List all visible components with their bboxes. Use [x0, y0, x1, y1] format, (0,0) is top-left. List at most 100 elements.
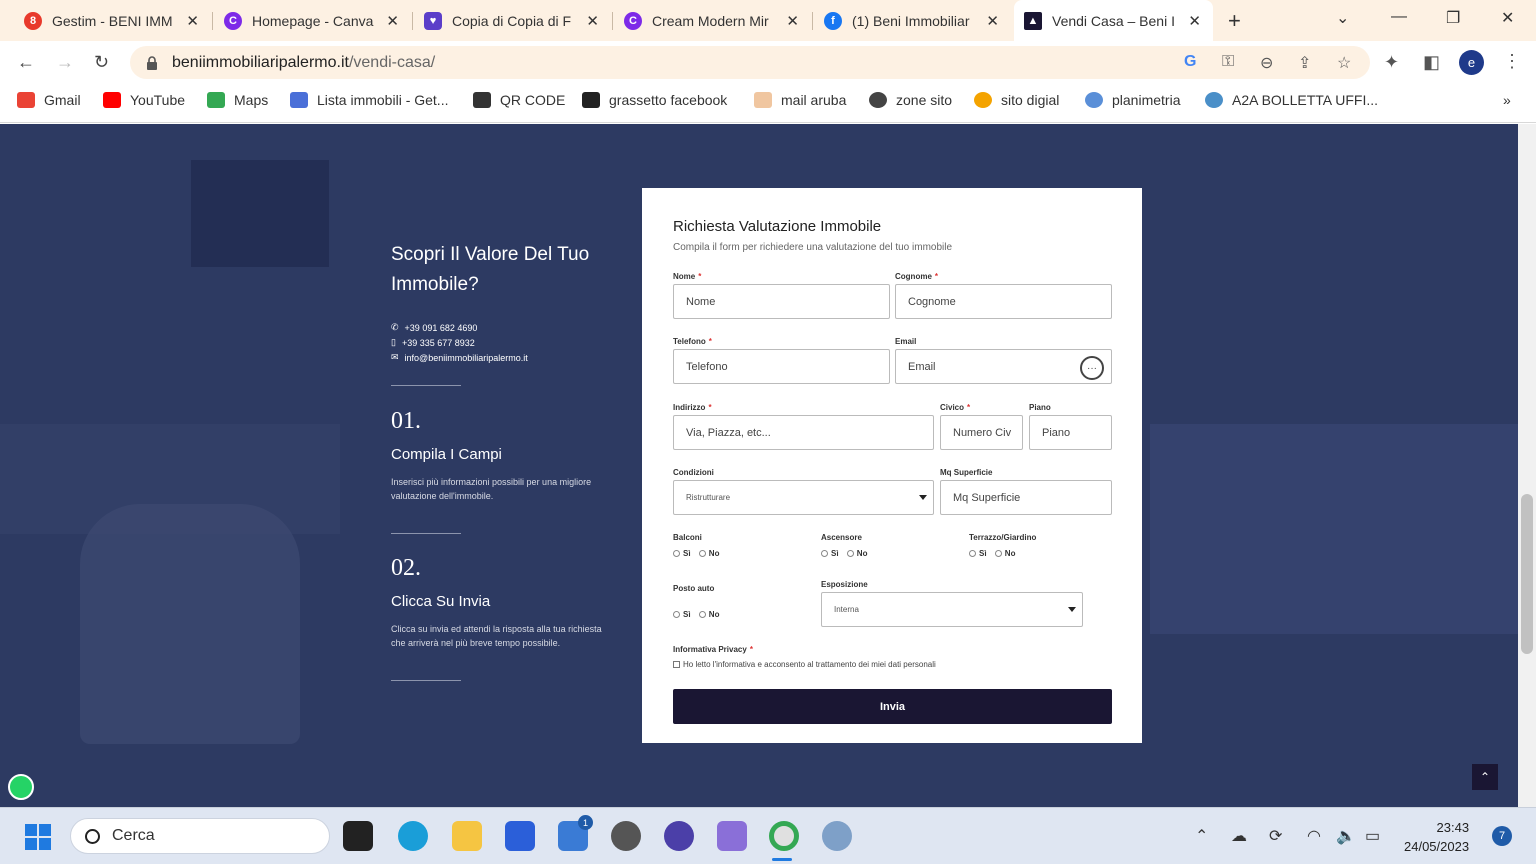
zoom-icon[interactable]: ⊖: [1260, 53, 1273, 73]
chrome-icon[interactable]: [769, 821, 799, 851]
tab-canva-homepage[interactable]: C Homepage - Canva ✕: [214, 0, 411, 41]
close-window-button[interactable]: ✕: [1501, 8, 1514, 28]
close-icon[interactable]: ✕: [186, 12, 199, 30]
tab-cream-modern[interactable]: C Cream Modern Mir ✕: [614, 0, 811, 41]
radio-yes[interactable]: [673, 550, 680, 557]
minimize-button[interactable]: —: [1391, 8, 1407, 26]
balconi-radio-group[interactable]: Sì No: [673, 549, 719, 558]
app-globe-icon[interactable]: [822, 821, 852, 851]
bookmark-maps[interactable]: Maps: [207, 92, 268, 108]
task-view-icon[interactable]: [343, 821, 373, 851]
contact-phone[interactable]: ✆ +39 091 682 4690: [391, 322, 477, 333]
google-icon[interactable]: G: [1184, 53, 1196, 71]
privacy-checkbox[interactable]: [673, 661, 680, 668]
close-icon[interactable]: ✕: [386, 12, 399, 30]
bookmark-a2a[interactable]: A2A BOLLETTA UFFI...: [1205, 92, 1378, 108]
contact-email[interactable]: ✉ info@beniimmobiliaripalermo.it: [391, 352, 528, 363]
file-explorer-icon[interactable]: [452, 821, 482, 851]
bookmark-gmail[interactable]: Gmail: [17, 92, 81, 108]
piano-field[interactable]: Piano: [1029, 415, 1112, 450]
reload-icon[interactable]: ↻: [94, 52, 109, 73]
nome-field[interactable]: Nome: [673, 284, 890, 319]
tab-search-chevron-icon[interactable]: ⌄: [1336, 8, 1349, 28]
posto-auto-radio-group[interactable]: Sì No: [673, 610, 719, 619]
step-number: 01.: [391, 408, 421, 434]
heart-icon: ♥: [424, 11, 442, 30]
windows-start-icon[interactable]: [25, 824, 51, 850]
tray-sync-icon[interactable]: ⟳: [1269, 826, 1282, 846]
tab-copia[interactable]: ♥ Copia di Copia di F ✕: [414, 0, 611, 41]
notification-badge[interactable]: 7: [1492, 826, 1512, 846]
bookmark-youtube[interactable]: YouTube: [103, 92, 185, 108]
page-hero: Scopri Il Valore Del Tuo Immobile? ✆ +39 …: [0, 124, 1518, 807]
tab-gestim[interactable]: 8 Gestim - BENI IMM ✕: [14, 0, 211, 41]
gestim-icon: 8: [24, 11, 42, 30]
radio-no[interactable]: [994, 550, 1002, 557]
esposizione-select[interactable]: Interna: [821, 592, 1083, 627]
telefono-field[interactable]: Telefono: [673, 349, 890, 384]
submit-button[interactable]: Invia: [673, 689, 1112, 724]
tab-facebook[interactable]: f (1) Beni Immobiliar ✕: [814, 0, 1011, 41]
tab-vendi-casa[interactable]: ▲ Vendi Casa – Beni I ✕: [1014, 0, 1213, 41]
tray-cloud-icon[interactable]: ☁: [1231, 826, 1247, 846]
scrollbar-thumb[interactable]: [1521, 494, 1533, 654]
radio-no[interactable]: [698, 550, 706, 557]
close-icon[interactable]: ✕: [786, 12, 799, 30]
battery-icon[interactable]: ▭: [1365, 826, 1380, 846]
store-icon[interactable]: [505, 821, 535, 851]
edge-icon[interactable]: [398, 821, 428, 851]
share-icon[interactable]: ⇪: [1298, 53, 1311, 73]
condizioni-select[interactable]: Ristrutturare: [673, 480, 934, 515]
forward-icon[interactable]: →: [56, 52, 74, 73]
privacy-consent[interactable]: Ho letto l'informativa e acconsento al t…: [673, 660, 936, 669]
star-icon[interactable]: ☆: [1337, 53, 1351, 73]
menu-icon[interactable]: ⋮: [1503, 51, 1521, 72]
civico-field[interactable]: Numero Civ: [940, 415, 1023, 450]
radio-no[interactable]: [698, 611, 706, 618]
bookmark-zone-sito[interactable]: zone sito: [869, 92, 952, 108]
close-icon[interactable]: ✕: [1188, 12, 1201, 30]
ascensore-radio-group[interactable]: Sì No: [821, 549, 867, 558]
settings-gear-icon[interactable]: [611, 821, 641, 851]
bookmark-sito-digial[interactable]: sito digial: [974, 92, 1059, 108]
scroll-to-top-button[interactable]: ⌃: [1472, 764, 1498, 790]
restore-button[interactable]: ❐: [1446, 8, 1460, 28]
email-field[interactable]: Email ···: [895, 349, 1112, 384]
terrazzo-radio-group[interactable]: Sì No: [969, 549, 1015, 558]
new-tab-button[interactable]: +: [1228, 8, 1241, 34]
bookmark-grassetto[interactable]: grassetto facebook: [582, 92, 727, 108]
tray-chevron-up-icon[interactable]: ⌃: [1195, 826, 1208, 846]
extensions-icon[interactable]: ✦: [1384, 52, 1399, 73]
mail-icon[interactable]: 1: [558, 815, 593, 851]
wifi-icon[interactable]: ◠: [1307, 826, 1321, 846]
bookmark-planimetria[interactable]: planimetria: [1085, 92, 1180, 108]
bookmark-lista-immobili[interactable]: Lista immobili - Get...: [290, 92, 448, 108]
whatsapp-icon[interactable]: [8, 774, 34, 800]
password-manager-icon[interactable]: ···: [1080, 356, 1104, 380]
back-icon[interactable]: ←: [17, 52, 35, 73]
close-icon[interactable]: ✕: [586, 12, 599, 30]
profile-avatar[interactable]: e: [1459, 50, 1484, 75]
key-icon[interactable]: ⚿: [1222, 53, 1234, 71]
ascensore-label: Ascensore: [821, 533, 862, 542]
bookmark-qr-code[interactable]: QR CODE: [473, 92, 565, 108]
piano-label: Piano: [1029, 403, 1051, 412]
copilot-icon[interactable]: [717, 821, 747, 851]
radio-yes[interactable]: [821, 550, 828, 557]
mq-field[interactable]: Mq Superficie: [940, 480, 1112, 515]
radio-no[interactable]: [846, 550, 854, 557]
radio-yes[interactable]: [969, 550, 976, 557]
taskbar-search[interactable]: Cerca: [70, 818, 330, 854]
cognome-field[interactable]: Cognome: [895, 284, 1112, 319]
side-panel-icon[interactable]: ◧: [1423, 52, 1440, 73]
app-icon[interactable]: [664, 821, 694, 851]
radio-yes[interactable]: [673, 611, 680, 618]
more-bookmarks-icon[interactable]: »: [1503, 92, 1511, 108]
contact-mobile[interactable]: ▯ +39 335 677 8932: [391, 337, 475, 348]
close-icon[interactable]: ✕: [986, 12, 999, 30]
volume-icon[interactable]: 🔈: [1336, 826, 1356, 846]
page-scrollbar[interactable]: [1518, 124, 1536, 807]
indirizzo-field[interactable]: Via, Piazza, etc...: [673, 415, 934, 450]
bookmark-mail-aruba[interactable]: mail aruba: [754, 92, 846, 108]
taskbar-clock[interactable]: 23:43 24/05/2023: [1404, 818, 1469, 856]
